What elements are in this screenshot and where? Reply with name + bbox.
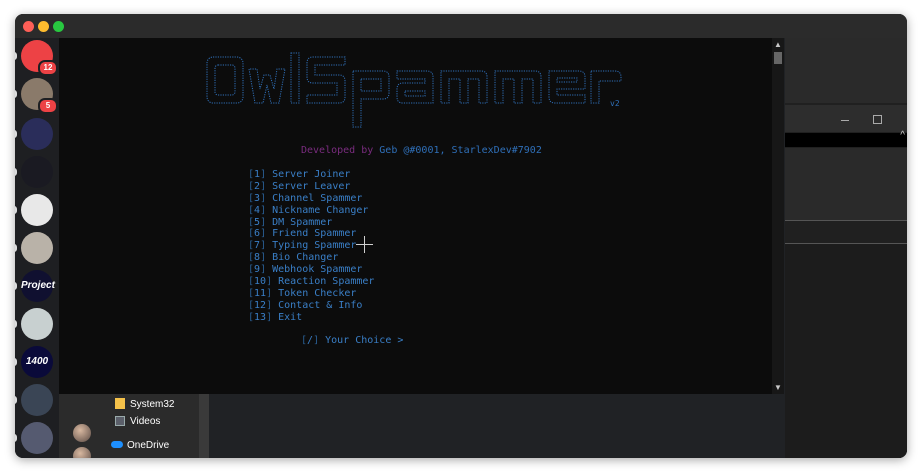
cloud-icon	[111, 441, 123, 448]
server-icon-server-3[interactable]	[21, 118, 53, 150]
unread-indicator	[15, 130, 17, 138]
menu-item-dm-spammer[interactable]: [5] DM Spammer	[248, 217, 374, 229]
server-sidebar: 12 5 Project 1400	[15, 38, 59, 458]
unread-indicator	[15, 206, 17, 214]
server-icon-server-5[interactable]	[21, 194, 53, 226]
server-icon-server-9[interactable]: 1400	[21, 346, 53, 378]
server-icon-server-11[interactable]	[21, 422, 53, 454]
unread-indicator	[15, 396, 17, 404]
background-window: ^	[785, 38, 907, 458]
scroll-thumb[interactable]	[774, 52, 782, 64]
file-explorer-strip: System32 Videos OneDrive	[59, 394, 209, 458]
menu-item-bio-changer[interactable]: [8] Bio Changer	[248, 252, 374, 264]
console-scrollbar[interactable]: ▲ ▼	[772, 38, 784, 394]
unread-indicator	[15, 52, 17, 60]
unread-indicator	[15, 434, 17, 442]
chevron-up-icon[interactable]: ^	[900, 130, 905, 141]
scroll-down-icon[interactable]: ▼	[772, 383, 784, 392]
scroll-up-icon[interactable]: ▲	[772, 40, 784, 49]
unread-indicator	[15, 320, 17, 328]
menu-item-reaction-spammer[interactable]: [10] Reaction Spammer	[248, 276, 374, 288]
terminal-console[interactable]: v2 Developed by Geb @#0001, StarlexDev#7…	[59, 38, 772, 394]
maximize-icon[interactable]	[873, 115, 882, 124]
menu-item-server-joiner[interactable]: [1] Server Joiner	[248, 169, 374, 181]
menu-item-friend-spammer[interactable]: [6] Friend Spammer	[248, 228, 374, 240]
explorer-item-onedrive[interactable]: OneDrive	[111, 440, 169, 451]
explorer-scrollbar[interactable]	[199, 394, 209, 458]
close-window-button[interactable]	[23, 21, 34, 32]
server-icon-server-10[interactable]	[21, 384, 53, 416]
app-window: 12 5 Project 1400 System32 Videos OneDrive …	[15, 14, 907, 458]
explorer-item-system32[interactable]: System32	[115, 398, 174, 410]
owlspammer-logo	[206, 52, 622, 128]
developer-names: Geb @#0001, StarlexDev#7902	[379, 145, 542, 156]
background-window-titlebar	[785, 105, 907, 132]
menu-item-token-checker[interactable]: [11] Token Checker	[248, 288, 374, 300]
server-icon-server-4[interactable]	[21, 156, 53, 188]
menu-item-server-leaver[interactable]: [2] Server Leaver	[248, 181, 374, 193]
notification-badge: 5	[38, 98, 58, 114]
notification-badge: 12	[38, 60, 58, 76]
unread-indicator	[15, 168, 17, 176]
menu-item-typing-spammer[interactable]: [7] Typing Spammer	[248, 240, 374, 252]
avatar	[73, 424, 91, 442]
main-menu: [1] Server Joiner [2] Server Leaver [3] Ch…	[248, 169, 374, 324]
unread-indicator	[15, 282, 17, 290]
title-bar	[15, 14, 907, 38]
menu-item-contact-info[interactable]: [12] Contact & Info	[248, 300, 374, 312]
menu-item-channel-spammer[interactable]: [3] Channel Spammer	[248, 193, 374, 205]
maximize-window-button[interactable]	[53, 21, 64, 32]
video-icon	[115, 416, 125, 426]
server-icon-server-6[interactable]	[21, 232, 53, 264]
server-icon-friends[interactable]: 12	[21, 40, 58, 76]
version-label: v2	[610, 99, 620, 108]
menu-item-exit[interactable]: [13] Exit	[248, 312, 374, 324]
unread-indicator	[15, 244, 17, 252]
server-icon-server-8[interactable]	[21, 308, 53, 340]
unread-indicator	[15, 90, 17, 98]
minimize-window-button[interactable]	[38, 21, 49, 32]
mouse-cursor	[364, 236, 365, 253]
server-icon-server-2[interactable]: 5	[21, 78, 58, 114]
menu-item-nickname-changer[interactable]: [4] Nickname Changer	[248, 205, 374, 217]
server-icon-server-7[interactable]: Project	[21, 270, 55, 302]
menu-item-webhook-spammer[interactable]: [9] Webhook Spammer	[248, 264, 374, 276]
developed-by-line: Developed by Geb @#0001, StarlexDev#7902	[301, 145, 542, 156]
explorer-item-videos[interactable]: Videos	[115, 416, 160, 427]
avatar	[73, 447, 91, 458]
folder-icon	[115, 398, 125, 409]
minimize-icon[interactable]	[841, 120, 849, 121]
choice-prompt[interactable]: [/] Your Choice >	[301, 335, 403, 346]
unread-indicator	[15, 358, 17, 366]
